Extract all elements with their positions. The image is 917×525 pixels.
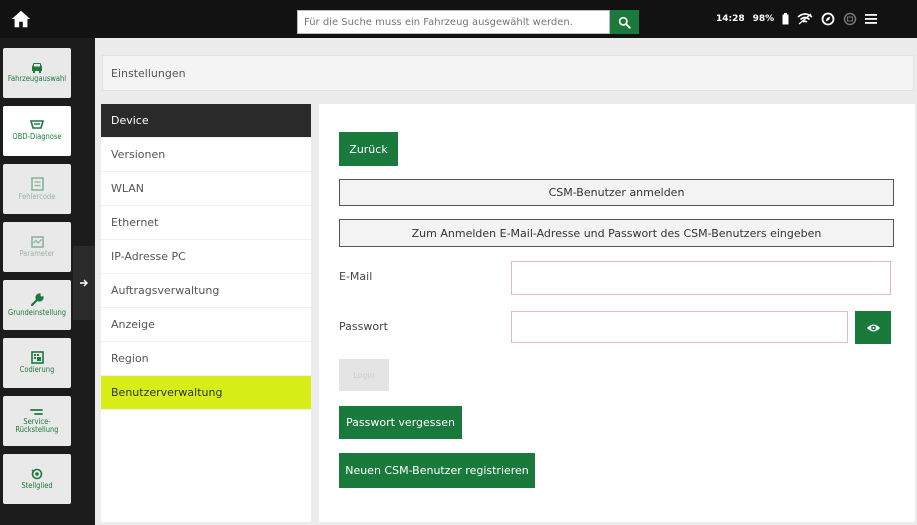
menu-item-wlan[interactable]: WLAN bbox=[101, 172, 311, 206]
status-area: 14:28 98% bbox=[716, 0, 878, 38]
battery-icon bbox=[782, 13, 789, 25]
nav-item-fehlercode[interactable]: Fehlercode bbox=[3, 164, 71, 214]
search-input[interactable] bbox=[297, 10, 610, 34]
parameter-icon bbox=[30, 236, 44, 248]
car-icon bbox=[32, 63, 42, 74]
nav-item-fahrzeugauswahl[interactable]: Fahrzeugauswahl bbox=[3, 48, 71, 98]
menu-item-anzeige[interactable]: Anzeige bbox=[101, 308, 311, 342]
menu-icon[interactable] bbox=[865, 14, 878, 24]
battery-percent: 98% bbox=[752, 14, 775, 24]
nav-label: Service-Rückstellung bbox=[15, 416, 59, 434]
search-bar bbox=[297, 10, 639, 34]
forgot-password-button[interactable]: Passwort vergessen bbox=[339, 406, 462, 439]
nav-label: Fahrzeugauswahl bbox=[7, 74, 67, 84]
nav-item-obd-diagnose[interactable]: OBD-Diagnose bbox=[3, 106, 71, 156]
nav-item-stellglied[interactable]: Stellglied bbox=[3, 454, 71, 504]
nav-item-parameter[interactable]: Parameter bbox=[3, 222, 71, 272]
search-button[interactable] bbox=[610, 10, 639, 34]
nav-label: Parameter bbox=[19, 248, 55, 258]
compass-icon[interactable] bbox=[821, 12, 835, 26]
eye-icon bbox=[866, 324, 880, 331]
top-bar: 14:28 98% bbox=[0, 0, 917, 38]
actuator-icon bbox=[31, 468, 43, 480]
show-password-button[interactable] bbox=[855, 311, 891, 344]
clock: 14:28 bbox=[716, 14, 745, 24]
coding-icon bbox=[30, 351, 44, 365]
menu-item-region[interactable]: Region bbox=[101, 342, 311, 376]
register-csm-user-button[interactable]: Neuen CSM-Benutzer registrieren bbox=[339, 453, 535, 488]
sidebar-expand-button[interactable] bbox=[73, 246, 95, 320]
nav-label: Stellglied bbox=[21, 480, 53, 490]
breadcrumb-title: Einstellungen bbox=[111, 66, 186, 80]
wrench-icon bbox=[30, 293, 44, 306]
nav-label: Grundeinstellung bbox=[7, 307, 67, 317]
user-management-panel: Zurück CSM-Benutzer anmelden Zum Anmelde… bbox=[319, 104, 915, 522]
menu-item-versionen[interactable]: Versionen bbox=[101, 138, 311, 172]
nav-item-codierung[interactable]: Codierung bbox=[3, 338, 71, 388]
nav-label: OBD-Diagnose bbox=[12, 132, 62, 142]
password-label: Passwort bbox=[339, 320, 388, 333]
email-label: E-Mail bbox=[339, 270, 373, 283]
menu-item-ethernet[interactable]: Ethernet bbox=[101, 206, 311, 240]
obd-icon bbox=[30, 120, 44, 130]
nav-label: Fehlercode bbox=[18, 191, 56, 201]
menu-item-auftragsverwaltung[interactable]: Auftragsverwaltung bbox=[101, 274, 311, 308]
menu-item-device[interactable]: Device bbox=[101, 104, 311, 138]
email-input[interactable] bbox=[511, 261, 891, 295]
nav-label: Codierung bbox=[19, 365, 55, 375]
main-content: Einstellungen Device Versionen WLAN Ethe… bbox=[95, 38, 917, 525]
search-icon bbox=[618, 16, 631, 29]
breadcrumb: Einstellungen bbox=[102, 55, 914, 91]
password-input[interactable] bbox=[511, 311, 848, 343]
vci-icon[interactable] bbox=[843, 12, 857, 26]
fault-code-icon bbox=[30, 177, 44, 191]
login-button[interactable]: Login bbox=[339, 359, 389, 391]
arrow-right-icon bbox=[80, 279, 88, 287]
menu-item-benutzerverwaltung[interactable]: Benutzerverwaltung bbox=[101, 376, 311, 410]
settings-menu: Device Versionen WLAN Ethernet IP-Adress… bbox=[101, 104, 311, 522]
nav-item-service-rueckstellung[interactable]: Service-Rückstellung bbox=[3, 396, 71, 446]
nav-item-grundeinstellung[interactable]: Grundeinstellung bbox=[3, 280, 71, 330]
menu-item-ip-adresse-pc[interactable]: IP-Adresse PC bbox=[101, 240, 311, 274]
csm-login-header[interactable]: CSM-Benutzer anmelden bbox=[339, 179, 894, 206]
left-navigation: Fahrzeugauswahl OBD-Diagnose Fehlercode … bbox=[0, 38, 73, 525]
wifi-icon[interactable] bbox=[797, 13, 813, 25]
service-reset-icon bbox=[30, 408, 43, 415]
home-icon[interactable] bbox=[10, 8, 32, 30]
back-button[interactable]: Zurück bbox=[339, 132, 398, 166]
login-info-text: Zum Anmelden E-Mail-Adresse und Passwort… bbox=[339, 219, 894, 247]
